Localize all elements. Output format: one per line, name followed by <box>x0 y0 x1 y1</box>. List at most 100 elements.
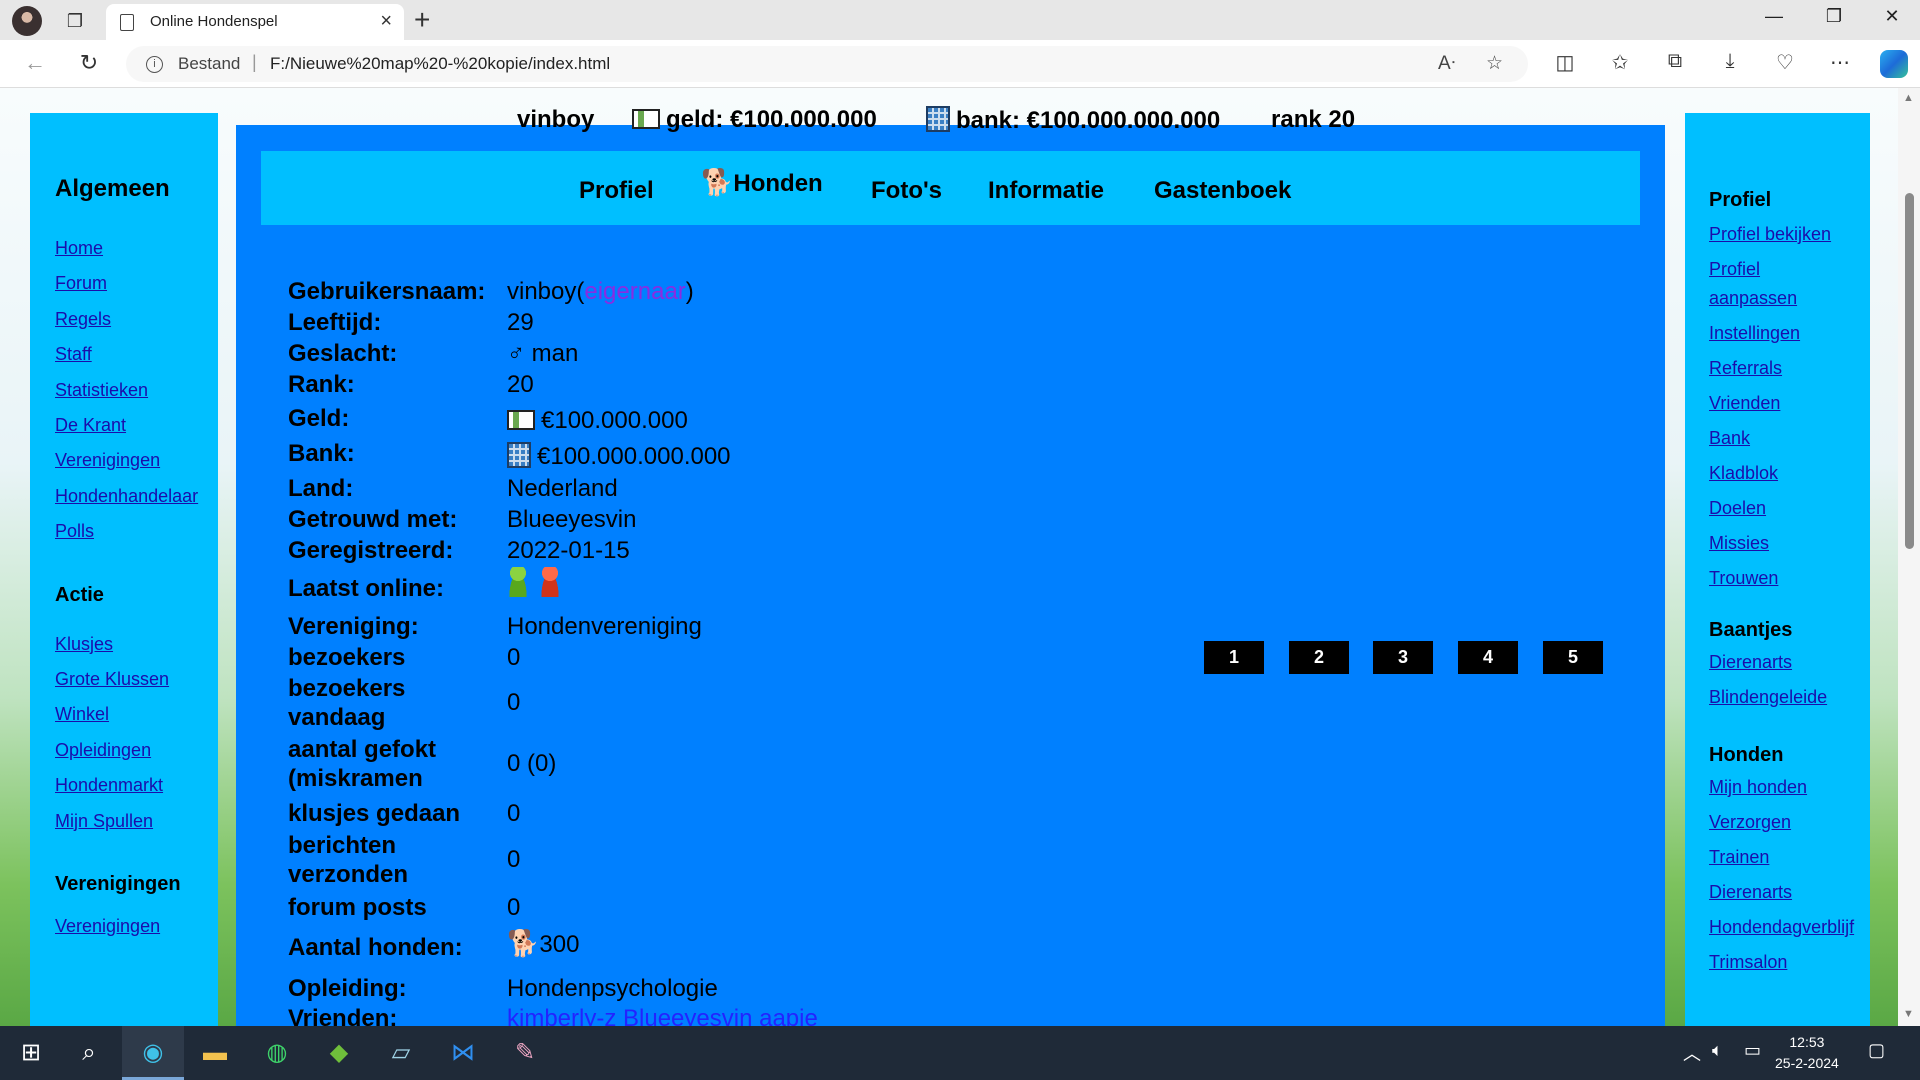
read-aloud-icon[interactable]: Aᐧ <box>1438 52 1456 75</box>
sidebar-link-kladblok[interactable]: Kladblok <box>1709 459 1870 488</box>
address-bar[interactable]: i Bestand | F:/Nieuwe%20map%20-%20kopie/… <box>126 46 1528 82</box>
sidebar-heading-actie: Actie <box>55 583 104 606</box>
sidebar-link-verzorgen[interactable]: Verzorgen <box>1709 808 1870 837</box>
tab-actions-icon[interactable]: ❐ <box>62 8 88 34</box>
close-window-icon[interactable]: ✕ <box>1872 6 1912 27</box>
sidebar-link-profiel-aanpassen[interactable]: Profiel aanpassen <box>1709 255 1819 313</box>
taskbar-clock[interactable]: 12:53 25-2-2024 <box>1775 1032 1839 1074</box>
tab-fotos[interactable]: Foto's <box>871 177 942 205</box>
sidebar-link-forum[interactable]: Forum <box>55 266 218 301</box>
stat-username: vinboy <box>517 106 595 133</box>
sidebar-link-trouwen[interactable]: Trouwen <box>1709 564 1870 593</box>
sidebar-link-de-krant[interactable]: De Krant <box>55 408 218 443</box>
paint-icon[interactable]: ✎ <box>494 1026 556 1080</box>
sidebar-link-hondendagverblijf[interactable]: Hondendagverblijf <box>1709 913 1870 942</box>
label-bank: Bank: <box>288 440 355 467</box>
sidebar-link-profiel-bekijken[interactable]: Profiel bekijken <box>1709 220 1870 249</box>
minecraft-icon[interactable]: ◆ <box>308 1026 370 1080</box>
favorites-icon[interactable]: ✩ <box>1605 50 1635 75</box>
sidebar-link-blindengeleide[interactable]: Blindengeleide <box>1709 683 1870 712</box>
sidebar-link-dierenarts[interactable]: Dierenarts <box>1709 878 1870 907</box>
tab-gastenboek[interactable]: Gastenboek <box>1154 177 1291 205</box>
start-windows-icon[interactable]: ⊞ <box>0 1026 62 1080</box>
sidebar-link-polls[interactable]: Polls <box>55 514 218 549</box>
sidebar-link-regels[interactable]: Regels <box>55 302 218 337</box>
value-leeftijd: 29 <box>507 309 534 336</box>
tab-profiel[interactable]: Profiel <box>579 177 654 205</box>
new-tab-button[interactable]: + <box>414 4 430 36</box>
sidebar-link-hondenmarkt[interactable]: Hondenmarkt <box>55 768 218 803</box>
back-icon[interactable]: ← <box>20 50 50 76</box>
sidebar-link-doelen[interactable]: Doelen <box>1709 494 1870 523</box>
info-icon[interactable]: i <box>146 56 163 73</box>
edge-browser-icon[interactable]: ◉ <box>122 1026 184 1080</box>
clock-date: 25-2-2024 <box>1775 1055 1839 1071</box>
notifications-icon[interactable]: ▢ <box>1868 1040 1885 1061</box>
minimize-icon[interactable]: — <box>1754 6 1794 27</box>
file-explorer-icon[interactable]: ▬ <box>184 1026 246 1080</box>
label-aantal-honden: Aantal honden: <box>288 934 463 961</box>
right-sidebar: Profiel Profiel bekijken Profiel aanpass… <box>1685 113 1870 1026</box>
label-land: Land: <box>288 475 354 502</box>
browser-tab-active[interactable]: Online Hondenspel × <box>106 4 404 40</box>
notes-app-icon[interactable]: ▱ <box>370 1026 432 1080</box>
downloads-icon[interactable]: ⤓ <box>1715 50 1745 73</box>
sidebar-link-trainen[interactable]: Trainen <box>1709 843 1870 872</box>
main-content <box>236 125 1665 1026</box>
copilot-icon[interactable] <box>1880 50 1908 78</box>
browser-essentials-icon[interactable]: ♡ <box>1770 50 1800 75</box>
value-vrienden: kimberly-z Blueeyesvin aapje <box>507 1005 818 1026</box>
reload-icon[interactable]: ↻ <box>74 50 104 76</box>
tab-informatie[interactable]: Informatie <box>988 177 1104 205</box>
friend-link[interactable]: aapje <box>759 1005 818 1026</box>
split-screen-icon[interactable]: ◫ <box>1550 50 1580 75</box>
page-button-1[interactable]: 1 <box>1204 641 1264 674</box>
browser-profile-avatar[interactable] <box>12 6 42 36</box>
scrollbar-thumb[interactable] <box>1905 193 1914 549</box>
value-geld: €100.000.000 <box>507 407 688 435</box>
page-scrollbar[interactable]: ▲ ▼ <box>1898 88 1920 1026</box>
sidebar-link-mijn-spullen[interactable]: Mijn Spullen <box>55 804 218 839</box>
more-options-icon[interactable]: ⋯ <box>1825 50 1855 75</box>
collections-icon[interactable]: ⧉ <box>1660 50 1690 73</box>
page-button-5[interactable]: 5 <box>1543 641 1603 674</box>
page-button-3[interactable]: 3 <box>1373 641 1433 674</box>
friend-link[interactable]: kimberly-z <box>507 1005 616 1026</box>
sidebar-link-mijn-honden[interactable]: Mijn honden <box>1709 773 1870 802</box>
tab-close-icon[interactable]: × <box>380 10 392 33</box>
sidebar-link-vrienden[interactable]: Vrienden <box>1709 389 1870 418</box>
sidebar-link-opleidingen[interactable]: Opleidingen <box>55 733 218 768</box>
sidebar-link-grote-klussen[interactable]: Grote Klussen <box>55 662 218 697</box>
address-url[interactable]: F:/Nieuwe%20map%20-%20kopie/index.html <box>270 54 610 74</box>
sidebar-link-bank[interactable]: Bank <box>1709 424 1870 453</box>
value-klusjes: 0 <box>507 800 521 827</box>
scroll-down-icon[interactable]: ▼ <box>1903 1008 1914 1020</box>
whatsapp-icon[interactable]: ◍ <box>246 1026 308 1080</box>
clock-time: 12:53 <box>1789 1034 1825 1050</box>
volume-icon[interactable]: 🔈︎ <box>1712 1040 1723 1061</box>
sidebar-link-trimsalon[interactable]: Trimsalon <box>1709 948 1870 977</box>
tray-chevron-icon[interactable]: ︿ <box>1683 1040 1701 1066</box>
sidebar-link-dierenarts-baan[interactable]: Dierenarts <box>1709 648 1870 677</box>
friend-link[interactable]: Blueeyesvin <box>623 1005 752 1026</box>
tab-honden[interactable]: 🐕Honden <box>701 167 823 198</box>
sidebar-link-home[interactable]: Home <box>55 231 218 266</box>
sidebar-link-referrals[interactable]: Referrals <box>1709 354 1870 383</box>
sidebar-link-missies[interactable]: Missies <box>1709 529 1870 558</box>
favorite-star-icon[interactable]: ☆ <box>1486 52 1503 75</box>
sidebar-link-statistieken[interactable]: Statistieken <box>55 373 218 408</box>
sidebar-link-instellingen[interactable]: Instellingen <box>1709 319 1870 348</box>
sidebar-link-klusjes[interactable]: Klusjes <box>55 627 218 662</box>
scroll-up-icon[interactable]: ▲ <box>1903 92 1914 104</box>
restore-icon[interactable]: ❐ <box>1814 6 1854 27</box>
search-icon[interactable]: ⌕ <box>58 1026 120 1080</box>
sidebar-link-verenigingen-2[interactable]: Verenigingen <box>55 916 218 937</box>
page-button-4[interactable]: 4 <box>1458 641 1518 674</box>
sidebar-link-hondenhandelaar[interactable]: Hondenhandelaar <box>55 479 218 514</box>
sidebar-link-winkel[interactable]: Winkel <box>55 697 218 732</box>
vscode-icon[interactable]: ⋈ <box>432 1026 494 1080</box>
sidebar-link-verenigingen[interactable]: Verenigingen <box>55 443 218 478</box>
network-icon[interactable]: ▭ <box>1744 1040 1761 1061</box>
page-button-2[interactable]: 2 <box>1289 641 1349 674</box>
sidebar-link-staff[interactable]: Staff <box>55 337 218 372</box>
